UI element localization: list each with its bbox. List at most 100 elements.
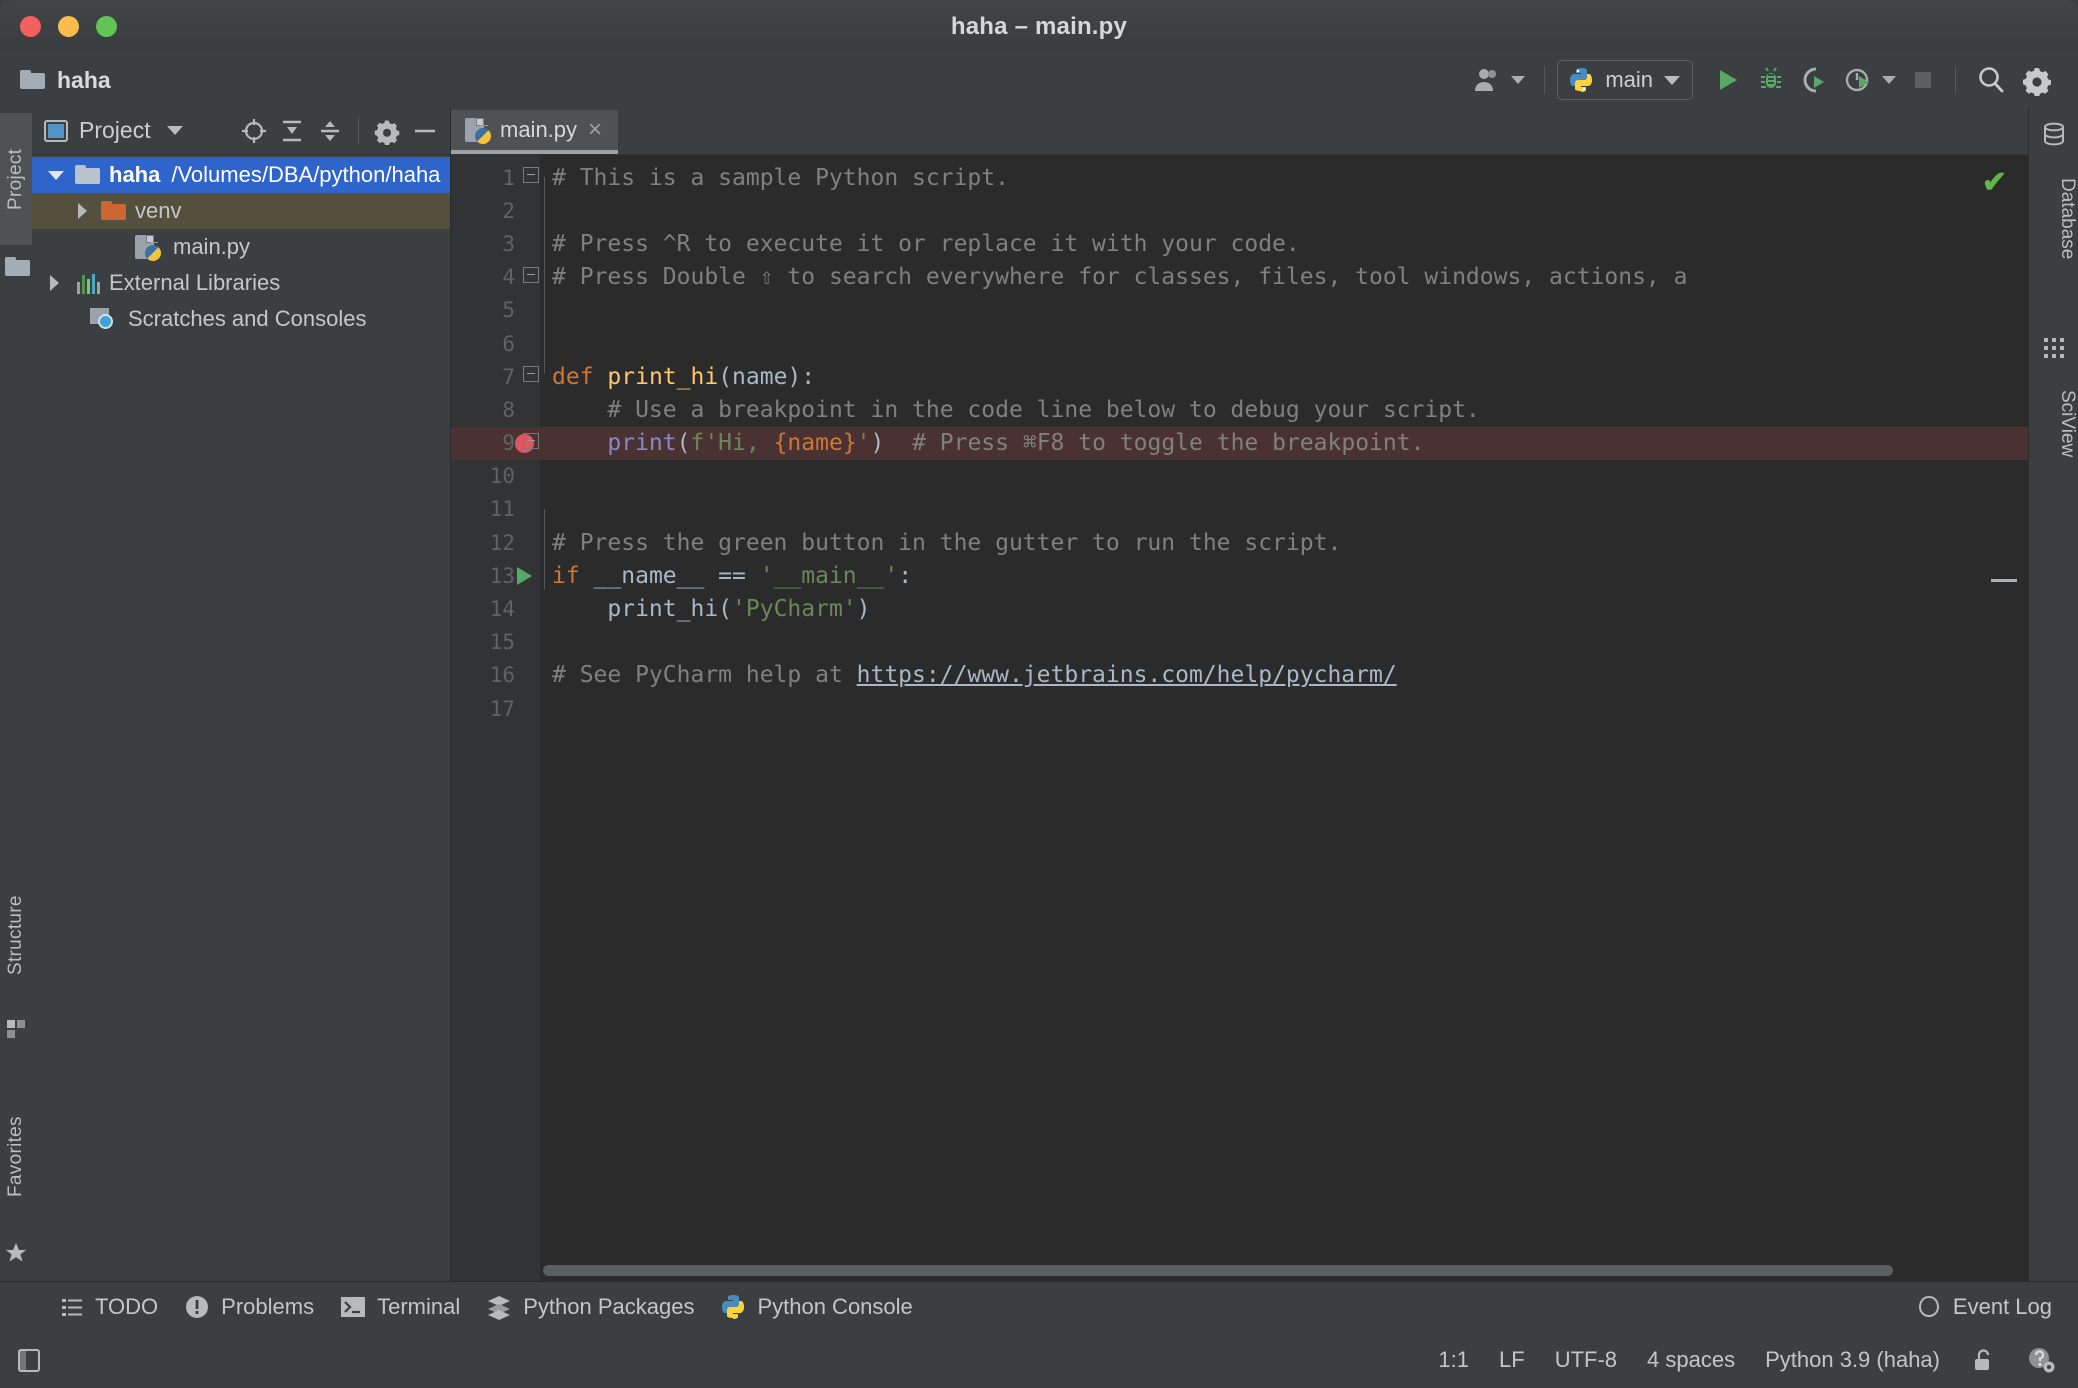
gutter-marker[interactable] (515, 659, 540, 692)
line-separator[interactable]: LF (1499, 1347, 1525, 1373)
chevron-right-icon[interactable] (50, 275, 59, 291)
code-token-fstring-expr: {name} (774, 430, 857, 456)
tool-window-todo[interactable]: TODO (60, 1294, 158, 1320)
close-icon[interactable]: × (588, 118, 602, 142)
gutter-marker[interactable] (515, 261, 540, 294)
code-line-2[interactable]: 2 (451, 194, 2029, 227)
stop-button[interactable] (1903, 60, 1943, 100)
gutter-marker[interactable] (515, 393, 540, 426)
code-editor[interactable]: ✔ 1 # This is a sample Python script. 2 (451, 155, 2029, 1283)
project-panel-header: Project (32, 107, 450, 155)
profile-button[interactable] (1837, 60, 1903, 100)
code-line-17[interactable]: 17 (451, 692, 2029, 725)
fold-toggle-icon[interactable] (523, 267, 539, 283)
gutter-marker[interactable] (515, 493, 540, 526)
tree-item-venv[interactable]: venv (32, 193, 450, 229)
code-line-14[interactable]: 14 print_hi('PyCharm') (451, 592, 2029, 625)
gear-icon[interactable] (370, 114, 404, 148)
gutter-marker[interactable] (515, 327, 540, 360)
user-accounts-button[interactable] (1467, 60, 1532, 100)
tool-window-problems[interactable]: Problems (184, 1294, 314, 1320)
run-button[interactable] (1705, 60, 1749, 100)
fold-toggle-icon[interactable] (523, 366, 539, 382)
tree-item-main-py[interactable]: main.py (32, 229, 450, 265)
tool-window-python-packages[interactable]: Python Packages (486, 1294, 694, 1320)
star-icon (4, 1241, 28, 1265)
tool-window-event-log[interactable]: Event Log (1916, 1294, 2052, 1320)
inspection-profile-icon[interactable] (2026, 1345, 2056, 1375)
sidebar-item-sciview[interactable]: SciView (2029, 369, 2078, 479)
tab-main-py[interactable]: main.py × (451, 110, 618, 154)
code-token-link[interactable]: https://www.jetbrains.com/help/pycharm/ (857, 662, 1397, 688)
gutter-marker[interactable] (515, 360, 540, 393)
search-icon (1975, 64, 2007, 96)
fold-toggle-icon[interactable] (523, 167, 539, 183)
code-line-5[interactable]: 5 (451, 294, 2029, 327)
gutter-marker[interactable] (515, 692, 540, 725)
hide-panel-icon[interactable] (408, 114, 442, 148)
chevron-down-icon[interactable] (167, 126, 183, 135)
horizontal-scrollbar[interactable] (540, 1263, 2010, 1276)
code-line-3[interactable]: 3 # Press ^R to execute it or replace it… (451, 227, 2029, 260)
debug-button[interactable] (1749, 60, 1793, 100)
sidebar-item-label: Structure (5, 895, 27, 975)
tree-item-scratches-and-consoles[interactable]: Scratches and Consoles (32, 301, 450, 337)
scrollbar-thumb[interactable] (543, 1265, 1893, 1276)
python-interpreter[interactable]: Python 3.9 (haha) (1765, 1347, 1940, 1373)
file-encoding[interactable]: UTF-8 (1555, 1347, 1617, 1373)
chevron-down-icon[interactable] (48, 171, 64, 180)
run-coverage-button[interactable] (1793, 60, 1837, 100)
code-line-11[interactable]: 11 (451, 493, 2029, 526)
gutter-marker[interactable] (515, 294, 540, 327)
tool-window-python-console[interactable]: Python Console (720, 1294, 912, 1320)
locate-icon[interactable] (237, 114, 271, 148)
gutter-marker[interactable] (515, 194, 540, 227)
indent-setting[interactable]: 4 spaces (1647, 1347, 1735, 1373)
gutter-marker[interactable] (515, 593, 540, 626)
tree-item-external-libraries[interactable]: External Libraries (32, 265, 450, 301)
expand-all-icon[interactable] (275, 114, 309, 148)
line-number: 3 (451, 232, 515, 256)
gutter-marker-breakpoint[interactable] (515, 427, 540, 460)
collapse-all-icon[interactable] (313, 114, 347, 148)
code-line-10[interactable]: 10 (451, 460, 2029, 493)
code-line-12[interactable]: 12 # Press the green button in the gutte… (451, 526, 2029, 559)
line-number: 13 (451, 564, 515, 588)
settings-button[interactable] (2014, 60, 2060, 100)
gutter-marker-run[interactable] (515, 559, 540, 592)
gutter-marker[interactable] (515, 227, 540, 260)
gutter-marker[interactable] (515, 460, 540, 493)
sidebar-item-project[interactable]: Project (0, 113, 32, 245)
editor-area: main.py × ✔ 1 # This is a sample Python … (451, 107, 2029, 1282)
tool-window-terminal[interactable]: Terminal (340, 1294, 460, 1320)
code-line-15[interactable]: 15 (451, 626, 2029, 659)
code-line-7[interactable]: 7 def print_hi(name): (451, 360, 2029, 393)
gutter-marker[interactable] (515, 626, 540, 659)
code-line-6[interactable]: 6 (451, 327, 2029, 360)
sidebar-item-structure[interactable]: Structure (0, 860, 32, 1010)
sidebar-item-favorites[interactable]: Favorites (0, 1082, 32, 1232)
run-script-icon[interactable] (517, 567, 532, 585)
structure-icon (6, 1019, 26, 1039)
code-line-8[interactable]: 8 # Use a breakpoint in the code line be… (451, 393, 2029, 426)
search-everywhere-button[interactable] (1968, 60, 2014, 100)
project-widget[interactable]: haha (20, 67, 111, 94)
gutter-marker[interactable] (515, 161, 540, 194)
code-line-1[interactable]: 1 # This is a sample Python script. (451, 161, 2029, 194)
sidebar-item-database[interactable]: Database (2029, 155, 2078, 283)
code-line-13[interactable]: 13 if __name__ == '__main__': (451, 559, 2029, 592)
gutter-marker[interactable] (515, 526, 540, 559)
problems-icon (184, 1294, 210, 1320)
toggle-tool-window-bars-button[interactable] (14, 1345, 44, 1375)
code-line-9[interactable]: 9 print(f'Hi, {name}') # Press ⌘F8 to to… (451, 427, 2029, 460)
caret-position[interactable]: 1:1 (1438, 1347, 1469, 1373)
run-configuration-selector[interactable]: main (1557, 60, 1693, 100)
code-token-string: '__main__' (760, 563, 898, 589)
code-line-16[interactable]: 16 # See PyCharm help at https://www.jet… (451, 659, 2029, 692)
lock-open-icon[interactable] (1970, 1347, 1996, 1373)
fold-toggle-icon[interactable] (523, 433, 539, 449)
tree-item-haha[interactable]: haha /Volumes/DBA/python/haha (32, 157, 450, 193)
folder-icon (75, 165, 100, 185)
chevron-right-icon[interactable] (78, 203, 87, 219)
code-line-4[interactable]: 4 # Press Double ⇧ to search everywhere … (451, 261, 2029, 294)
